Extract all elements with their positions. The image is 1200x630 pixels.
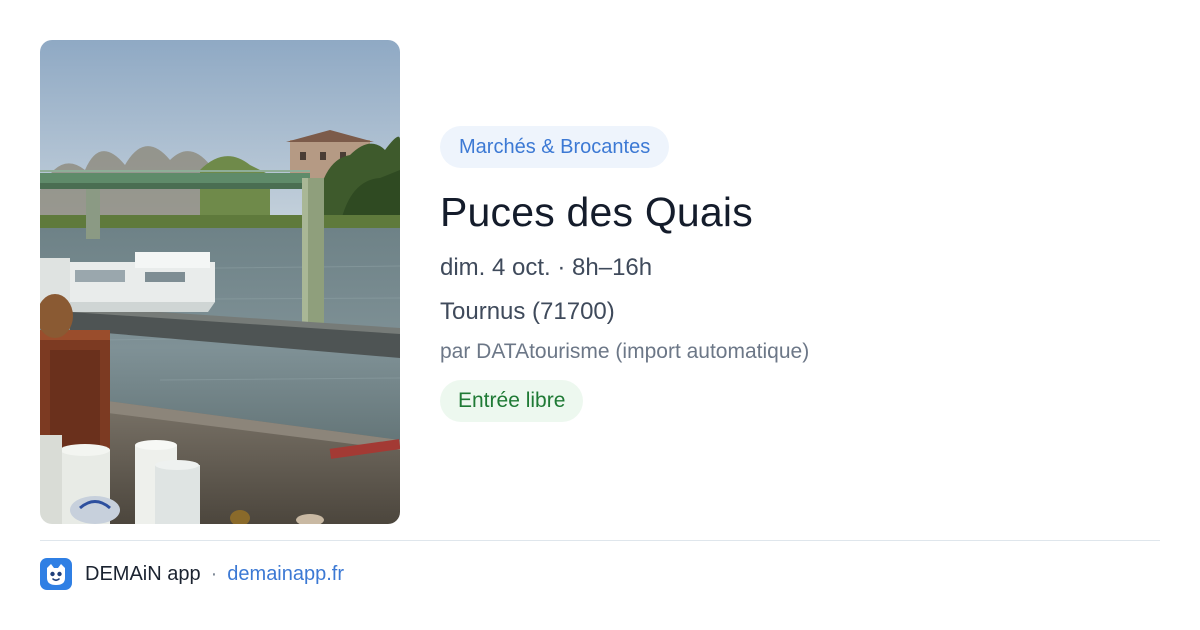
footer-site-link[interactable]: demainapp.fr — [227, 563, 344, 586]
event-card[interactable]: Marchés & Brocantes Puces des Quais dim.… — [40, 40, 1160, 524]
event-title: Puces des Quais — [440, 189, 753, 235]
footer-brand: DEMAiN app — [85, 562, 201, 585]
event-location: Tournus (71700) — [440, 298, 615, 325]
category-badge[interactable]: Marchés & Brocantes — [440, 126, 670, 168]
event-photo — [40, 40, 400, 524]
price-badge: Entrée libre — [440, 380, 584, 422]
footer-divider — [40, 540, 1160, 541]
footer-separator: · — [210, 562, 218, 585]
event-date-time: dim. 4 oct. · 8h–16h — [440, 254, 653, 281]
event-info: Marchés & Brocantes Puces des Quais dim.… — [440, 126, 1140, 422]
event-source: par DATAtourisme (import automatique) — [440, 340, 810, 363]
demain-app-logo-icon — [40, 558, 72, 590]
footer: DEMAiN app · demainapp.fr — [40, 557, 344, 591]
